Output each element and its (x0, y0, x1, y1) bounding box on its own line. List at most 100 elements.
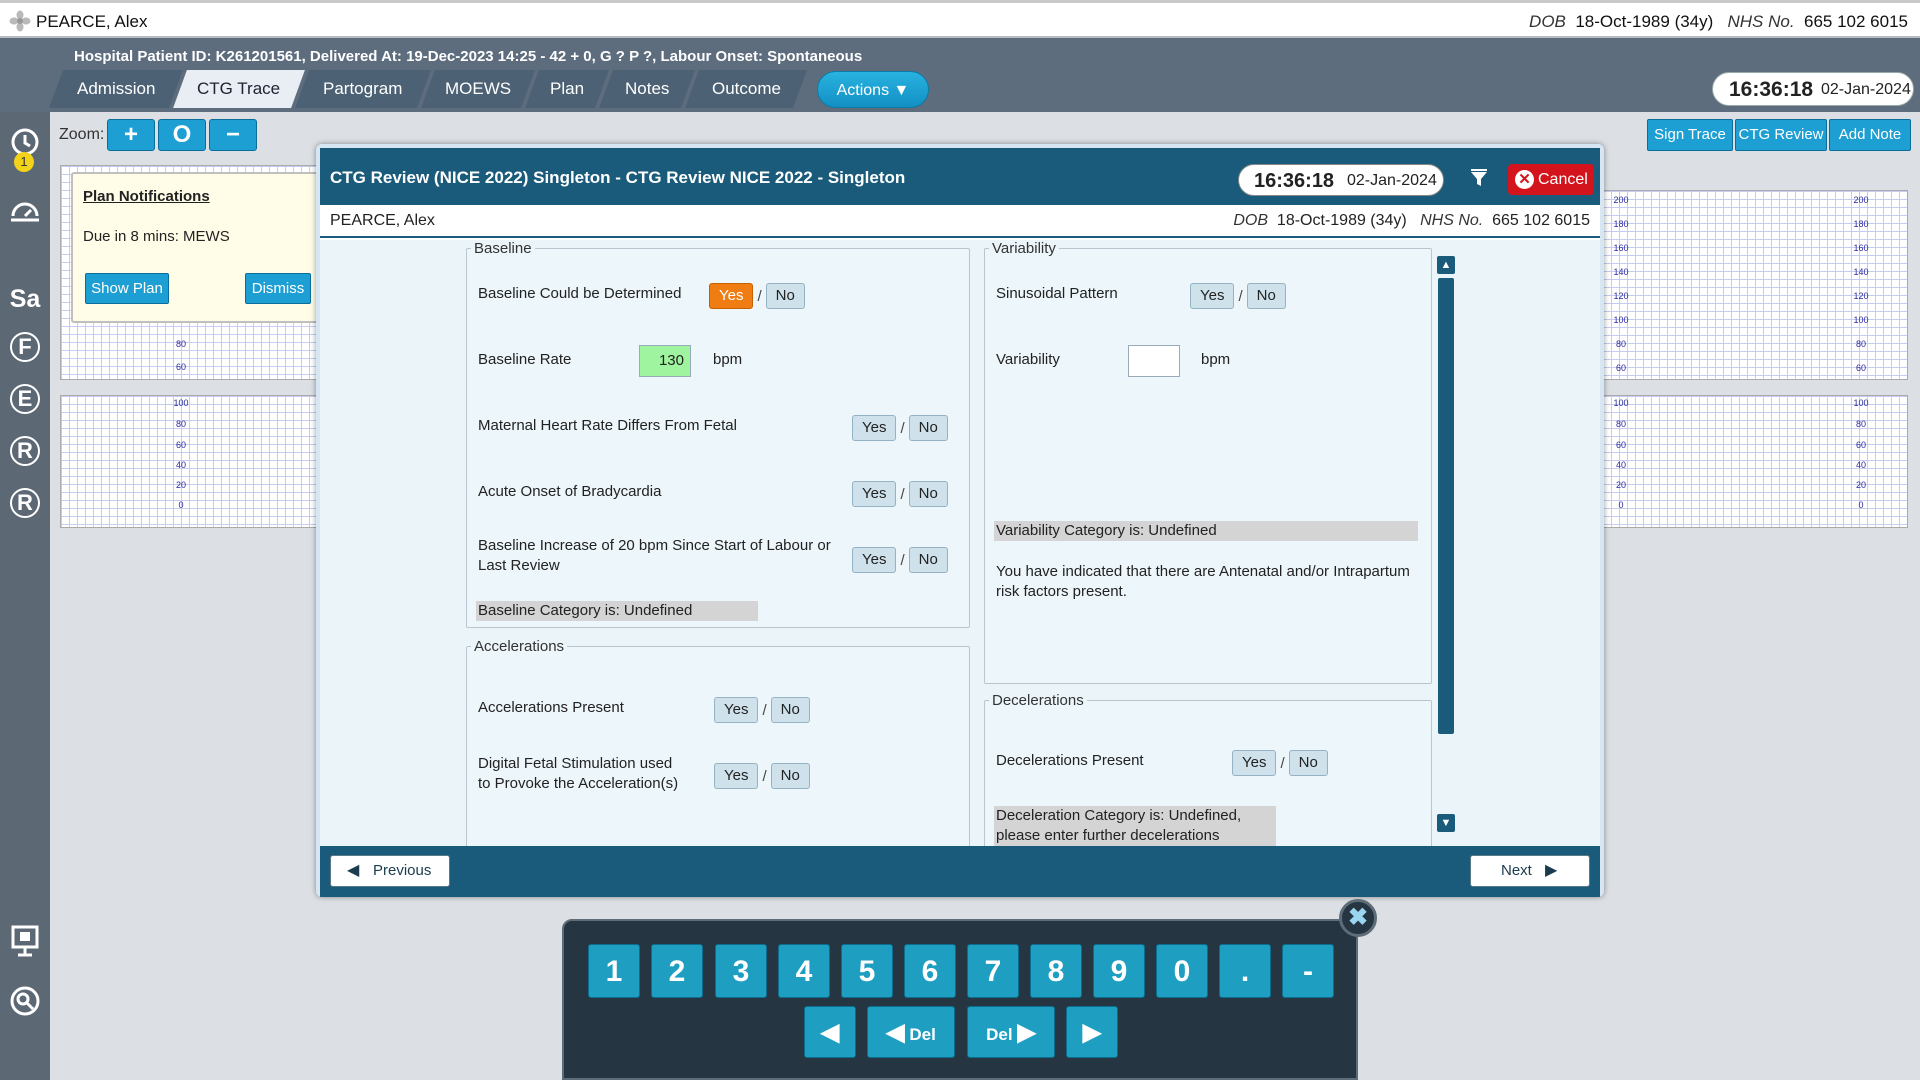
no-button[interactable]: No (765, 283, 805, 309)
previous-label: Previous (373, 862, 432, 879)
tab-partogram[interactable]: Partogram (295, 70, 431, 108)
dialog-patient-name: PEARCE, Alex (330, 212, 435, 229)
dismiss-button[interactable]: Dismiss (245, 273, 311, 304)
history-icon[interactable] (6, 198, 44, 236)
search-icon[interactable] (6, 984, 44, 1022)
yes-button[interactable]: Yes (852, 415, 897, 441)
sidebar-item-r-2[interactable]: R (10, 488, 40, 518)
no-button[interactable]: No (770, 763, 810, 789)
zoom-label: Zoom: (59, 126, 105, 143)
scale-label: 20 (175, 480, 186, 490)
yes-button[interactable]: Yes (714, 697, 759, 723)
key-8[interactable]: 8 (1030, 944, 1082, 998)
filter-icon[interactable] (1468, 168, 1490, 190)
dialog-header: CTG Review (NICE 2022) Singleton - CTG R… (320, 148, 1600, 205)
decelerations-legend: Decelerations (992, 692, 1084, 709)
decelerations-present-toggle: Yes / No (1232, 750, 1328, 776)
variability-input[interactable] (1128, 345, 1180, 377)
scroll-up-icon[interactable]: ▲ (1437, 256, 1455, 274)
dialog-patient-dob-nhs: DOB 18-Oct-1989 (34y) NHS No. 665 102 60… (1233, 212, 1590, 230)
yes-button[interactable]: Yes (852, 481, 897, 507)
scale-label: 160 (1853, 243, 1869, 253)
delete-right-button[interactable]: Del ▶ (967, 1006, 1055, 1058)
key-6[interactable]: 6 (904, 944, 956, 998)
no-button[interactable]: No (908, 481, 948, 507)
tab-admission[interactable]: Admission (49, 70, 183, 108)
zoom-out-button[interactable]: − (209, 119, 257, 151)
dialog-footer: ◀ Previous Next ▶ (320, 846, 1600, 897)
key-2[interactable]: 2 (651, 944, 703, 998)
separator: / (762, 701, 767, 719)
scale-label: 100 (1613, 315, 1629, 325)
delete-left-button[interactable]: ◀ Del (867, 1006, 955, 1058)
sidebar-item-r-1[interactable]: R (10, 436, 40, 466)
key-3[interactable]: 3 (715, 944, 767, 998)
separator: / (900, 551, 905, 569)
cursor-left-button[interactable]: ◀ (804, 1006, 856, 1058)
actions-button[interactable]: Actions ▼ (817, 71, 929, 108)
baseline-rate-input[interactable]: 130 (639, 345, 691, 377)
zoom-in-button[interactable]: + (107, 119, 155, 151)
numeric-keypad: 1 2 3 4 5 6 7 8 9 0 . - ◀ ◀ Del Del ▶ ▶ (562, 919, 1358, 1080)
tab-label: Plan (549, 79, 585, 98)
monitor-icon[interactable] (6, 924, 44, 962)
baseline-increase-toggle: Yes / No (852, 547, 948, 573)
plan-notifications-heading: Plan Notifications (83, 188, 210, 205)
left-sidebar: 1 Sa F E R R (0, 112, 50, 1080)
accelerations-present-label: Accelerations Present (478, 699, 624, 716)
sidebar-item-sa[interactable]: Sa (6, 280, 44, 318)
baseline-rate-label: Baseline Rate (478, 351, 572, 368)
tab-outcome[interactable]: Outcome (685, 70, 807, 108)
sinusoidal-toggle: Yes / No (1190, 283, 1286, 309)
key-9[interactable]: 9 (1093, 944, 1145, 998)
dialog-date: 02-Jan-2024 (1347, 172, 1437, 189)
show-plan-button[interactable]: Show Plan (85, 273, 169, 304)
no-button[interactable]: No (908, 415, 948, 441)
cursor-right-button[interactable]: ▶ (1066, 1006, 1118, 1058)
sidebar-item-e[interactable]: E (10, 384, 40, 414)
yes-button[interactable]: Yes (852, 547, 897, 573)
risk-factors-note-2: risk factors present. (996, 583, 1127, 600)
key-1[interactable]: 1 (588, 944, 640, 998)
zoom-reset-button[interactable]: O (158, 119, 206, 151)
patient-dob-nhs: DOB 18-Oct-1989 (34y) NHS No. 665 102 60… (1529, 12, 1908, 32)
key-0[interactable]: 0 (1156, 944, 1208, 998)
yes-button[interactable]: Yes (714, 763, 759, 789)
yes-button[interactable]: Yes (709, 283, 754, 309)
ctg-review-button[interactable]: CTG Review (1735, 119, 1827, 151)
baseline-determined-toggle: Yes / No (709, 283, 805, 309)
scroll-down-icon[interactable]: ▼ (1437, 814, 1455, 832)
tab-plan[interactable]: Plan (525, 70, 609, 108)
sidebar-item-f[interactable]: F (10, 332, 40, 362)
scale-label: 120 (1613, 291, 1629, 301)
key-decimal[interactable]: . (1219, 944, 1271, 998)
no-button[interactable]: No (1246, 283, 1286, 309)
add-note-button[interactable]: Add Note (1829, 119, 1911, 151)
sign-trace-button[interactable]: Sign Trace (1647, 119, 1733, 151)
tab-ctg-trace[interactable]: CTG Trace (173, 70, 305, 108)
key-minus[interactable]: - (1282, 944, 1334, 998)
scroll-thumb[interactable] (1438, 278, 1454, 734)
no-button[interactable]: No (770, 697, 810, 723)
separator: / (900, 419, 905, 437)
previous-button[interactable]: ◀ Previous (330, 855, 450, 887)
scale-label: 100 (1613, 398, 1629, 408)
tab-moews[interactable]: MOEWS (421, 70, 535, 108)
yes-button[interactable]: Yes (1190, 283, 1235, 309)
keypad-close-icon[interactable]: ✖ (1339, 899, 1377, 937)
key-7[interactable]: 7 (967, 944, 1019, 998)
no-button[interactable]: No (1288, 750, 1328, 776)
key-5[interactable]: 5 (841, 944, 893, 998)
tab-notes[interactable]: Notes (599, 70, 695, 108)
dialog-scrollbar[interactable]: ▲ ▼ (1437, 240, 1455, 846)
separator: / (762, 767, 767, 785)
arrow-left-icon: ◀ (347, 862, 360, 879)
nhs-value: 665 102 6015 (1492, 212, 1590, 229)
dialog-clock[interactable]: 16:36:18 02-Jan-2024 (1238, 164, 1444, 196)
next-button[interactable]: Next ▶ (1470, 855, 1590, 887)
yes-button[interactable]: Yes (1232, 750, 1277, 776)
key-4[interactable]: 4 (778, 944, 830, 998)
no-button[interactable]: No (908, 547, 948, 573)
cancel-button[interactable]: ✕ Cancel (1508, 164, 1594, 195)
bradycardia-toggle: Yes / No (852, 481, 948, 507)
